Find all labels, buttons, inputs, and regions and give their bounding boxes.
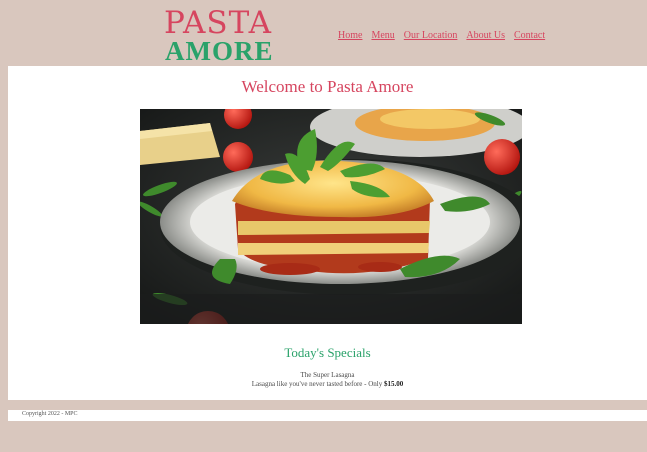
nav-link-contact[interactable]: Contact bbox=[514, 30, 545, 41]
logo-text-bottom: AMORE bbox=[165, 36, 274, 66]
main-content: Welcome to Pasta Amore Today's Specials … bbox=[8, 66, 647, 400]
lasagna-hero-image bbox=[140, 109, 522, 324]
site-header: PASTA AMORE Home Menu Our Location About… bbox=[0, 0, 647, 66]
nav-link-our-location[interactable]: Our Location bbox=[404, 30, 458, 41]
lasagna-photo-icon bbox=[140, 109, 522, 324]
specials-heading: Today's Specials bbox=[284, 345, 371, 360]
page-title: Welcome to Pasta Amore bbox=[241, 77, 414, 96]
pasta-amore-logo[interactable]: PASTA AMORE bbox=[160, 8, 280, 66]
copyright-text: Copyright 2022 - MPC bbox=[22, 411, 78, 417]
nav-link-menu[interactable]: Menu bbox=[371, 30, 394, 41]
special-item-name: The Super Lasagna bbox=[300, 371, 355, 379]
special-item-desc-text: Lasagna like you've never tasted before … bbox=[251, 380, 384, 388]
main-nav: Home Menu Our Location About Us Contact bbox=[338, 30, 545, 41]
special-item-price: $15.00 bbox=[384, 380, 404, 388]
special-item-description: Lasagna like you've never tasted before … bbox=[8, 380, 647, 388]
logo-text-top: PASTA bbox=[164, 5, 273, 41]
nav-link-home[interactable]: Home bbox=[338, 30, 362, 41]
site-footer: Copyright 2022 - MPC bbox=[8, 410, 647, 421]
nav-link-about-us[interactable]: About Us bbox=[466, 30, 505, 41]
